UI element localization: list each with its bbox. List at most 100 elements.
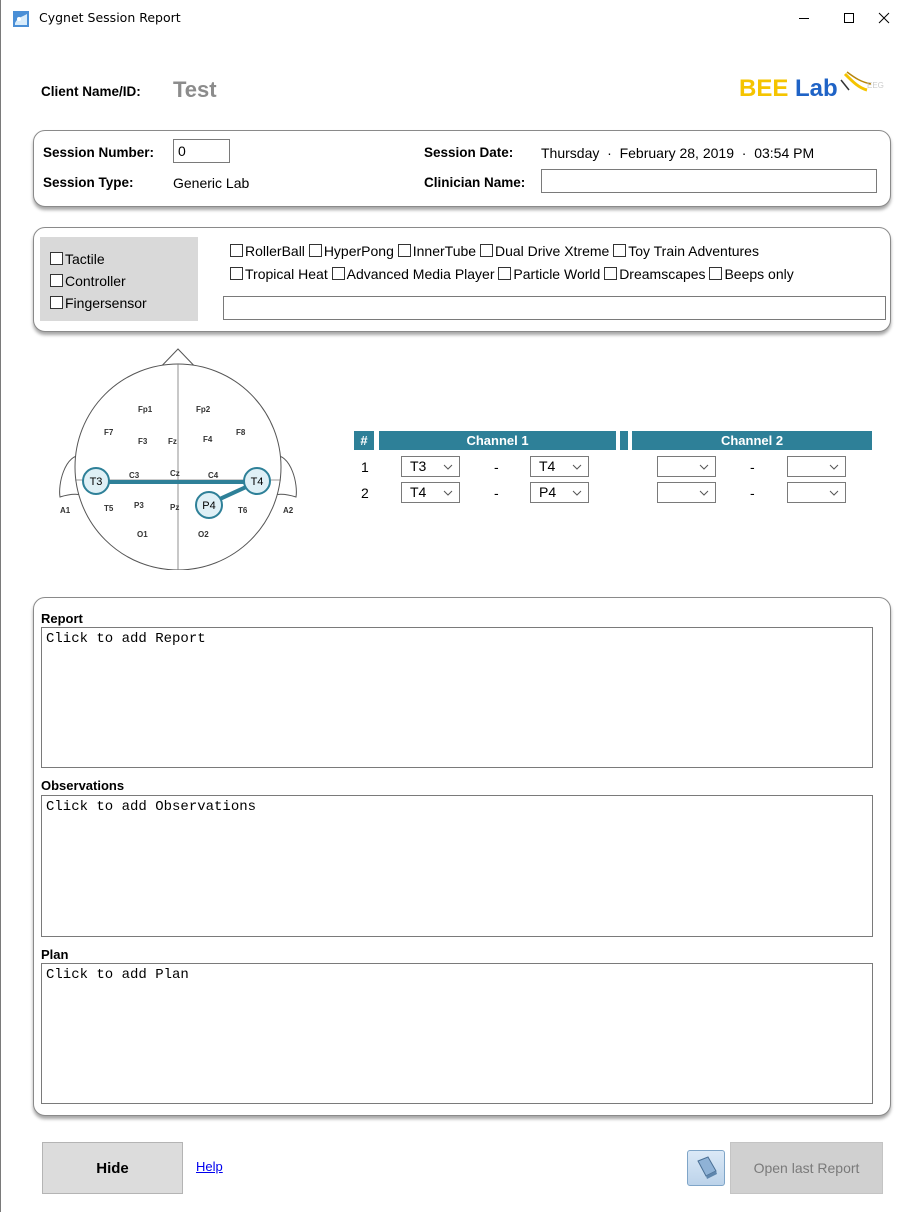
session-date-label: Session Date: [424,145,514,160]
row1-ch1-b-select[interactable]: T4 [530,456,589,477]
rollerball-label: RollerBall [245,243,305,259]
controller-checkbox[interactable]: Controller [50,273,126,289]
chevron-down-icon [443,490,453,496]
session-date-value: Thursday · February 28, 2019 · 03:54 PM [541,145,815,161]
observations-textarea[interactable]: Click to add Observations [41,795,873,937]
electrode-p4-marker[interactable]: P4 [195,491,223,519]
electrode-p3: P3 [134,501,144,510]
svg-text:Lab: Lab [795,75,838,102]
toy-train-adventures-checkbox[interactable]: Toy Train Adventures [613,243,759,259]
row2-ch2-a-select[interactable] [657,482,716,503]
checkbox-icon [479,244,493,257]
open-last-report-button[interactable]: Open last Report [730,1142,883,1194]
clinician-name-input[interactable] [541,169,877,193]
checkbox-icon [613,244,627,257]
fingersensor-checkbox[interactable]: Fingersensor [50,295,147,311]
hyperpong-label: HyperPong [323,243,394,259]
channel-row-number: 2 [361,485,369,501]
games-text-input[interactable] [223,296,886,320]
electrode-c4: C4 [208,471,219,480]
chevron-down-icon [829,464,839,470]
electrode-o1: O1 [137,530,148,539]
report-placeholder: Click to add Report [46,631,206,647]
channel-dash: - [750,459,755,475]
chevron-down-icon [572,490,582,496]
title-bar: Cygnet Session Report [1,0,904,36]
dreamscapes-checkbox[interactable]: Dreamscapes [604,266,706,282]
help-link[interactable]: Help [196,1159,223,1174]
session-info-panel: Session Number: 0 Session Type: Generic … [33,130,891,207]
chevron-down-icon [572,464,582,470]
plan-textarea[interactable]: Click to add Plan [41,963,873,1104]
session-type-value: Generic Lab [173,175,250,191]
checkbox-icon [308,244,322,257]
beeps-only-checkbox[interactable]: Beeps only [709,266,794,282]
row1-ch2-b-select[interactable] [787,456,846,477]
electrode-f7: F7 [104,428,114,437]
electrode-o2: O2 [198,530,209,539]
electrode-p4: P4 [202,500,215,512]
electrode-t3-marker[interactable]: T3 [82,467,110,495]
plan-placeholder: Click to add Plan [46,967,189,983]
channel-2-header: Channel 2 [632,431,872,450]
innertube-label: InnerTube [412,243,477,259]
electrode-t3: T3 [90,476,103,488]
report-icon-button[interactable] [687,1150,725,1186]
toy-train-adventures-label: Toy Train Adventures [628,243,759,259]
electrode-t4-marker[interactable]: T4 [243,467,271,495]
session-number-label: Session Number: [43,145,155,160]
eraser-icon [697,1156,717,1179]
maximize-icon [844,13,854,23]
observations-label: Observations [41,778,125,793]
hide-button[interactable]: Hide [42,1142,183,1194]
row2-ch1-b-select[interactable]: P4 [530,482,589,503]
tropical-heat-checkbox[interactable]: Tropical Heat [230,266,328,282]
session-number-value: 0 [178,143,186,159]
session-number-input[interactable]: 0 [173,139,230,163]
checkbox-icon [50,274,63,287]
fingersensor-label: Fingersensor [65,295,147,311]
electrode-montage-diagram[interactable]: Fp1 Fp2 F7 F3 Fz F4 F8 C3 Cz C4 T5 P3 Pz… [52,345,302,570]
row1-ch2-a-select[interactable] [657,456,716,477]
dreamscapes-label: Dreamscapes [619,266,706,282]
electrode-a2: A2 [283,506,294,515]
electrode-t5: T5 [104,504,114,513]
channel-dash: - [494,485,499,501]
game-row-2: Tropical Heat Advanced Media Player Part… [230,266,794,282]
feedback-mode-box: Tactile Controller Fingersensor [40,237,198,321]
bee-lab-logo: BEE Lab EEG [737,60,887,106]
electrode-fz: Fz [168,437,177,446]
particle-world-checkbox[interactable]: Particle World [498,266,600,282]
close-icon [878,12,890,24]
row1-ch1-a-select[interactable]: T3 [401,456,460,477]
electrode-fp2: Fp2 [196,405,211,414]
electrode-a1: A1 [60,506,71,515]
row2-ch2-b-select[interactable] [787,482,846,503]
client-name-label: Client Name/ID: [41,84,141,99]
electrode-f3: F3 [138,437,148,446]
minimize-icon [799,18,809,19]
tactile-checkbox[interactable]: Tactile [50,251,105,267]
app-icon [13,11,29,27]
svg-text:EEG: EEG [867,81,884,90]
advanced-media-player-checkbox[interactable]: Advanced Media Player [331,266,495,282]
dual-drive-xtreme-checkbox[interactable]: Dual Drive Xtreme [479,243,609,259]
minimize-button[interactable] [781,0,827,36]
electrode-fp1: Fp1 [138,405,153,414]
hyperpong-checkbox[interactable]: HyperPong [308,243,394,259]
report-textarea[interactable]: Click to add Report [41,627,873,768]
close-button[interactable] [861,0,904,36]
rollerball-checkbox[interactable]: RollerBall [230,243,305,259]
checkbox-icon [50,252,63,265]
channel-dash: - [750,485,755,501]
checkbox-icon [397,244,411,257]
checkbox-icon [604,267,618,280]
select-value: T4 [539,458,556,474]
channel-row-number: 1 [361,459,369,475]
svg-text:BEE: BEE [739,75,788,102]
bee-lab-logo-graphic: BEE Lab EEG [739,71,884,102]
tropical-heat-label: Tropical Heat [245,266,328,282]
innertube-checkbox[interactable]: InnerTube [397,243,477,259]
window-border [0,0,1,1212]
row2-ch1-a-select[interactable]: T4 [401,482,460,503]
